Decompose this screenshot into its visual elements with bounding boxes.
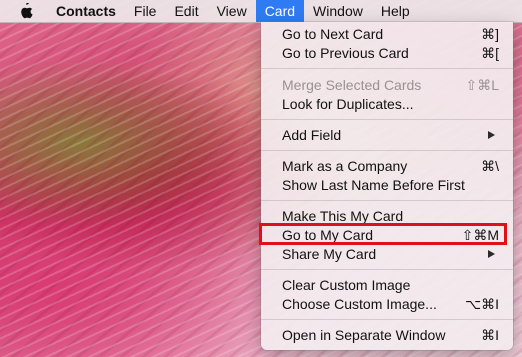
apple-icon[interactable]: [19, 3, 35, 19]
shortcut: ⌘\: [481, 158, 499, 174]
menu-item-go-to-next-card[interactable]: Go to Next Card ⌘]: [261, 25, 513, 44]
menu-window[interactable]: Window: [304, 0, 372, 22]
menu-item-choose-custom-image[interactable]: Choose Custom Image... ⌥⌘I: [261, 295, 513, 314]
menu-card[interactable]: Card: [255, 0, 305, 22]
menu-item-make-this-my-card[interactable]: Make This My Card: [261, 207, 513, 226]
menu-edit[interactable]: Edit: [165, 0, 207, 22]
menu-item-mark-as-company[interactable]: Mark as a Company ⌘\: [261, 157, 513, 176]
separator: [261, 150, 513, 151]
shortcut: ⌘[: [481, 45, 499, 61]
shortcut: ⇧⌘L: [465, 77, 499, 93]
menu-item-clear-custom-image[interactable]: Clear Custom Image: [261, 276, 513, 295]
separator: [261, 269, 513, 270]
separator: [261, 119, 513, 120]
menu-bar: Contacts File Edit View Card Window Help: [0, 0, 522, 23]
menu-item-go-to-previous-card[interactable]: Go to Previous Card ⌘[: [261, 44, 513, 63]
chevron-right-icon: [488, 250, 495, 258]
menu-file[interactable]: File: [125, 0, 166, 22]
menu-contacts[interactable]: Contacts: [50, 0, 125, 22]
menu-item-merge-selected-cards: Merge Selected Cards ⇧⌘L: [282, 77, 499, 93]
menu-view[interactable]: View: [208, 0, 256, 22]
shortcut: ⇧⌘M: [461, 227, 499, 243]
shortcut: ⌥⌘I: [464, 296, 499, 312]
card-menu-dropdown: Go to Next Card ⌘] Go to Previous Card ⌘…: [261, 22, 513, 350]
separator: [261, 200, 513, 201]
separator: [261, 68, 513, 69]
chevron-right-icon: [488, 131, 495, 139]
separator: [261, 319, 513, 320]
menu-item-look-for-duplicates[interactable]: Look for Duplicates...: [261, 95, 513, 114]
menu-item-go-to-my-card[interactable]: Go to My Card ⇧⌘M: [261, 226, 513, 245]
menu-item-share-my-card[interactable]: Share My Card: [261, 245, 513, 264]
shortcut: ⌘I: [481, 327, 499, 343]
menu-item-show-last-name-before-first[interactable]: Show Last Name Before First: [261, 176, 513, 195]
menu-help[interactable]: Help: [372, 0, 419, 22]
menu-item-add-field[interactable]: Add Field: [261, 126, 513, 145]
shortcut: ⌘]: [481, 26, 499, 42]
menu-item-open-in-separate-window[interactable]: Open in Separate Window ⌘I: [261, 326, 513, 345]
